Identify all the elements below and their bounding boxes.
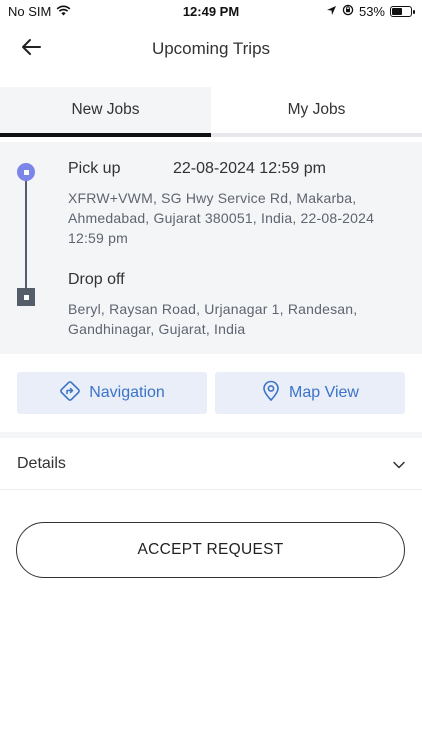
page-title: Upcoming Trips [151, 39, 271, 58]
pickup-label: Pick up [68, 160, 121, 177]
details-label: Details [17, 455, 66, 472]
dropoff-label: Drop off [68, 271, 125, 288]
pickup-marker-icon [17, 163, 35, 181]
map-pin-icon [261, 380, 281, 407]
status-bar: No SIM 12:49 PM 53% [0, 0, 422, 24]
navigation-label: Navigation [89, 384, 165, 401]
route-line [25, 172, 27, 296]
orientation-lock-icon [342, 4, 354, 19]
trip-card: Pick up 22-08-2024 12:59 pm XFRW+VWM, SG… [0, 142, 422, 354]
tab-new-jobs[interactable]: New Jobs [0, 87, 211, 133]
details-row[interactable]: Details [0, 440, 422, 488]
section-divider [0, 432, 422, 438]
dropoff-marker-icon [17, 288, 35, 306]
navigation-button[interactable]: Navigation [17, 372, 207, 414]
divider [0, 489, 422, 490]
tab-bar: New Jobs My Jobs [0, 87, 422, 139]
chevron-down-icon [392, 457, 406, 475]
action-buttons: Navigation Map View [0, 372, 422, 416]
dropoff-address: Beryl, Raysan Road, Urjanagar 1, Randesa… [68, 301, 358, 337]
navigation-diamond-icon [59, 380, 81, 407]
header: Upcoming Trips [0, 28, 422, 70]
battery-level [392, 8, 402, 15]
battery-icon [390, 6, 415, 17]
accept-request-button[interactable]: ACCEPT REQUEST [16, 522, 405, 578]
pickup-address: XFRW+VWM, SG Hwy Service Rd, Makarba, Ah… [68, 190, 375, 246]
map-view-button[interactable]: Map View [215, 372, 405, 414]
map-view-label: Map View [289, 384, 359, 401]
location-arrow-icon [326, 4, 337, 19]
tab-inactive-indicator [211, 133, 422, 137]
tab-active-indicator [0, 133, 211, 137]
pickup-time: 22-08-2024 12:59 pm [173, 160, 326, 177]
status-right: 53% [326, 4, 415, 19]
battery-percent: 53% [358, 4, 385, 19]
tab-my-jobs[interactable]: My Jobs [211, 87, 422, 133]
